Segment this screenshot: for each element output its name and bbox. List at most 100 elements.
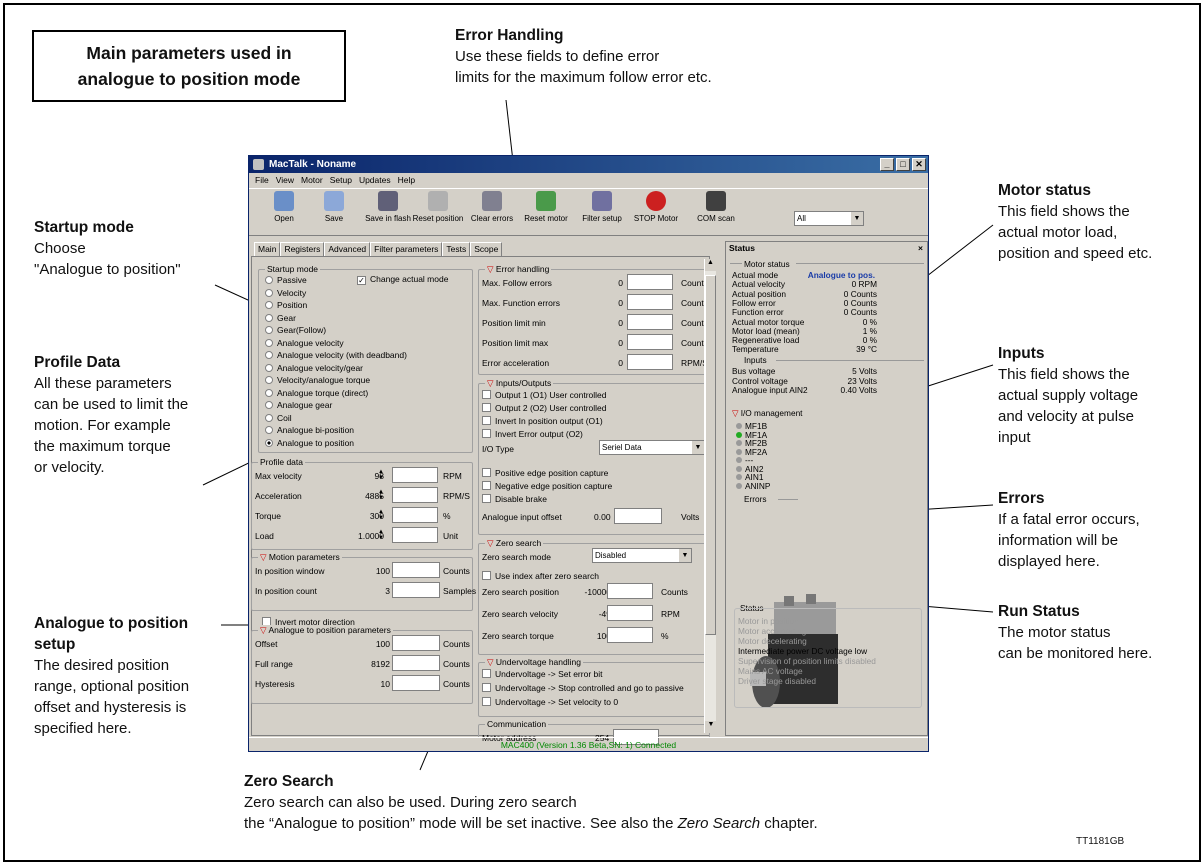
checkbox-label: Undervoltage -> Set velocity to 0	[495, 697, 619, 707]
tab-filter-parameters[interactable]: Filter parameters	[370, 242, 443, 256]
scroll-down-arrow-icon[interactable]: ▼	[705, 721, 717, 733]
startup-mode-radio[interactable]: Coil	[265, 413, 292, 423]
startup-mode-radio[interactable]: Gear(Follow)	[265, 325, 326, 335]
startup-mode-radio[interactable]: Velocity/analogue torque	[265, 375, 370, 385]
undervoltage-checkbox[interactable]: Undervoltage -> Set velocity to 0	[482, 697, 618, 707]
error-handling-input[interactable]	[627, 334, 673, 350]
profile-input[interactable]	[392, 487, 438, 503]
change-actual-mode-checkbox[interactable]: ✓ Change actual mode	[357, 274, 448, 285]
toolbar-button[interactable]: Save	[307, 191, 361, 223]
motion-input[interactable]	[392, 562, 440, 578]
toolbar-button[interactable]: Save in flash	[361, 191, 415, 223]
undervoltage-checkbox[interactable]: Undervoltage -> Set error bit	[482, 669, 602, 679]
toolbar-button[interactable]: Reset position	[411, 191, 465, 223]
zero-search-input[interactable]	[607, 583, 653, 599]
scroll-up-arrow-icon[interactable]: ▲	[705, 259, 716, 271]
startup-mode-radio[interactable]: Analogue velocity/gear	[265, 363, 363, 373]
checkbox-box	[482, 494, 491, 503]
menu-setup[interactable]: Setup	[330, 175, 352, 185]
startup-mode-radio[interactable]: Gear	[265, 313, 296, 323]
annotation-line: Choose	[34, 240, 86, 257]
io-type-select[interactable]: Seriel Data ▼	[599, 440, 705, 455]
tab-advanced[interactable]: Advanced	[324, 242, 371, 256]
startup-mode-radio[interactable]: Analogue gear	[265, 400, 332, 410]
maximize-button[interactable]: □	[896, 158, 910, 171]
toolbar-button[interactable]: STOP Motor	[629, 191, 683, 223]
tab-registers[interactable]: Registers	[280, 242, 325, 256]
menu-motor[interactable]: Motor	[301, 175, 323, 185]
menu-updates[interactable]: Updates	[359, 175, 391, 185]
io-capture-checkbox[interactable]: Positive edge position capture	[482, 468, 608, 478]
analogue-to-position-input[interactable]	[392, 655, 440, 671]
error-handling-input[interactable]	[627, 294, 673, 310]
tab-main[interactable]: Main	[254, 242, 281, 256]
toolbar-button[interactable]: Clear errors	[465, 191, 519, 223]
undervoltage-group: ▽ Undervoltage handling Undervoltage -> …	[478, 657, 710, 717]
radio-icon	[265, 438, 273, 447]
menu-help[interactable]: Help	[398, 175, 415, 185]
startup-mode-radio[interactable]: Velocity	[265, 288, 306, 298]
io-checkbox[interactable]: Output 1 (O1) User controlled	[482, 390, 607, 400]
toolbar-button[interactable]: Reset motor	[519, 191, 573, 223]
undervoltage-checkbox[interactable]: Undervoltage -> Stop controlled and go t…	[482, 683, 684, 693]
close-button[interactable]: ✕	[912, 158, 926, 171]
use-index-checkbox[interactable]: Use index after zero search	[482, 571, 599, 581]
filter-combo[interactable]: All ▼	[794, 211, 864, 226]
io-checkbox[interactable]: Invert In position output (O1)	[482, 416, 603, 426]
close-icon[interactable]: ×	[918, 242, 923, 255]
startup-mode-radio[interactable]: Analogue torque (direct)	[265, 388, 368, 398]
startup-mode-radio[interactable]: Position	[265, 300, 307, 310]
io-checkbox[interactable]: Output 2 (O2) User controlled	[482, 403, 607, 413]
toolbar-button[interactable]: Open	[257, 191, 311, 223]
error-handling-input[interactable]	[627, 274, 673, 290]
profile-input[interactable]	[392, 527, 438, 543]
stepper-arrows-icon[interactable]: ▲ ▼	[378, 509, 388, 521]
chevron-down-icon: ▼	[692, 441, 704, 454]
profile-input[interactable]	[392, 467, 438, 483]
startup-mode-radio[interactable]: Analogue bi-position	[265, 425, 354, 435]
io-capture-checkbox[interactable]: Negative edge position capture	[482, 481, 612, 491]
stepper-arrows-icon[interactable]: ▲ ▼	[378, 489, 388, 501]
startup-mode-radio[interactable]: Analogue to position	[265, 438, 354, 448]
zero-search-input[interactable]	[607, 627, 653, 643]
stepper-arrows-icon[interactable]: ▲ ▼	[378, 529, 388, 541]
startup-mode-radio[interactable]: Analogue velocity (with deadband)	[265, 350, 407, 360]
error-handling-input[interactable]	[627, 314, 673, 330]
error-handling-input[interactable]	[627, 354, 673, 370]
toolbar-button-label: Clear errors	[470, 214, 514, 223]
annotation-line: limits for the maximum follow error etc.	[455, 69, 712, 86]
divider	[776, 360, 924, 361]
io-led-icon	[736, 457, 742, 463]
zero-search-input[interactable]	[607, 605, 653, 621]
minimize-button[interactable]: _	[880, 158, 894, 171]
annotation-line: can be used to limit the	[34, 396, 189, 413]
stepper-arrows-icon[interactable]: ▲ ▼	[378, 469, 388, 481]
run-status-line: Driver stage disabled	[738, 676, 816, 686]
analogue-to-position-input[interactable]	[392, 675, 440, 691]
zero-search-mode-select[interactable]: Disabled ▼	[592, 548, 692, 563]
profile-input[interactable]	[392, 507, 438, 523]
analogue-to-position-input[interactable]	[392, 635, 440, 651]
scrollbar[interactable]: ▲ ▼	[704, 259, 717, 733]
analogue-to-position-group: ▽ Analogue to position parameters Offset…	[251, 625, 473, 704]
tab-scope[interactable]: Scope	[470, 242, 503, 256]
startup-mode-radio[interactable]: Analogue velocity	[265, 338, 344, 348]
menu-file[interactable]: File	[255, 175, 269, 185]
io-capture-checkbox[interactable]: Disable brake	[482, 494, 547, 504]
toolbar-button[interactable]: Filter setup	[575, 191, 629, 223]
toolbar-button[interactable]: COM scan	[689, 191, 743, 223]
analogue-offset-input[interactable]	[614, 508, 662, 524]
group-title: Error handling	[495, 264, 550, 274]
zero-search-title: ▽ Zero search	[485, 538, 544, 549]
startup-mode-radio[interactable]: Passive	[265, 275, 307, 285]
io-checkbox[interactable]: Invert Error output (O2)	[482, 429, 583, 439]
radio-label: Analogue velocity	[277, 337, 344, 348]
toolbar-icon	[274, 191, 294, 211]
tab-tests[interactable]: Tests	[442, 242, 471, 256]
scroll-thumb[interactable]	[705, 275, 716, 635]
toolbar-icon	[646, 191, 666, 211]
motion-input[interactable]	[392, 582, 440, 598]
menu-view[interactable]: View	[276, 175, 294, 185]
profile-data-group: Profile data Max velocity 98 ▲ ▼ RPM Accelera…	[251, 457, 473, 550]
toolbar-icon	[536, 191, 556, 211]
